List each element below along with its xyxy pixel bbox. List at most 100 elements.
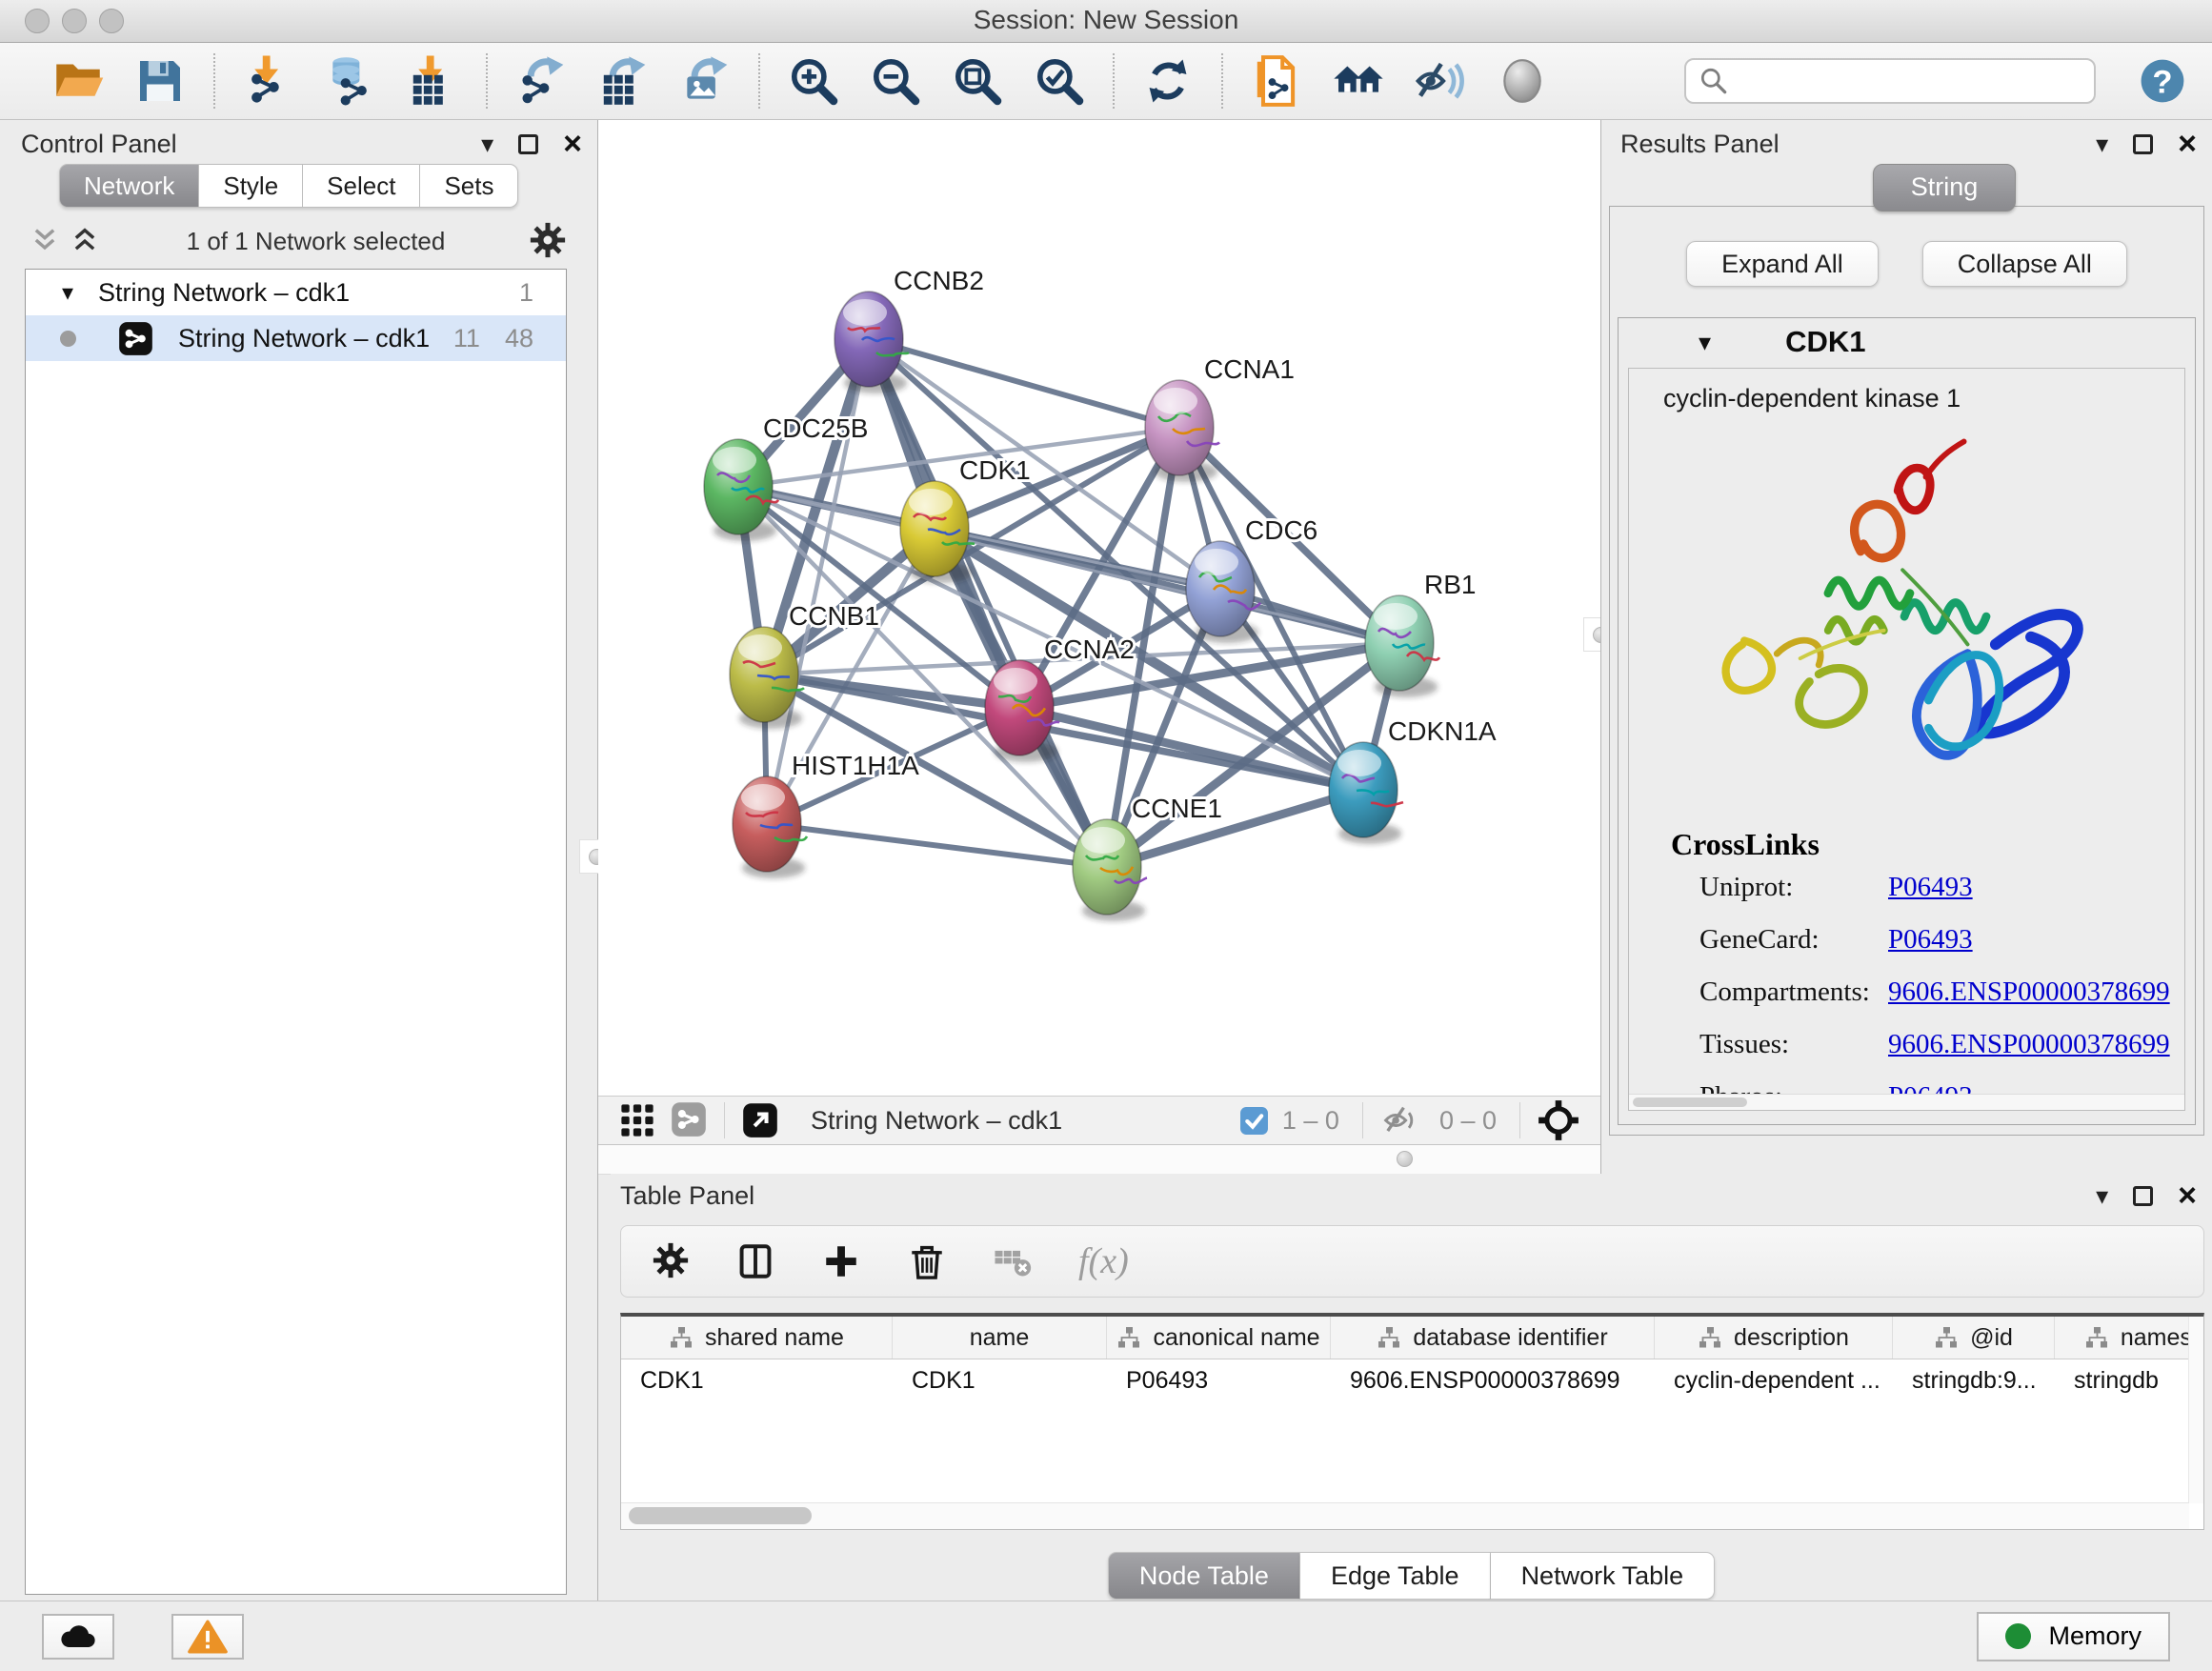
column-label: @id [1970,1324,2013,1352]
expand-all-button[interactable]: Expand All [1686,241,1879,287]
string-home-button[interactable] [1332,54,1385,108]
control-panel-menu-icon[interactable]: ▾ [481,131,493,156]
birdseye-view-button[interactable] [1538,1099,1579,1141]
network-options-button[interactable] [527,220,569,262]
string-network-icon [118,321,153,356]
grid-icon [619,1102,655,1138]
crosslink-link[interactable]: P06493 [1888,924,1973,956]
memory-button[interactable]: Memory [1977,1612,2170,1661]
tab-sets[interactable]: Sets [420,164,518,208]
crosslink-link[interactable]: P06493 [1888,872,1973,903]
table-vertical-scrollbar[interactable] [2188,1317,2203,1503]
zoom-out-button[interactable] [869,54,922,108]
save-session-button[interactable] [133,54,187,108]
export-table-button[interactable] [596,54,650,108]
tab-string[interactable]: String [1873,164,2016,211]
collection-disclosure-icon[interactable]: ▾ [62,279,73,307]
results-scrollbar[interactable] [1629,1094,2184,1110]
refresh-view-button[interactable] [1141,54,1195,108]
gene-name: CDK1 [1785,325,1865,359]
tab-node-table[interactable]: Node Table [1108,1552,1300,1600]
results-panel-title: Results Panel [1620,130,1780,159]
toolbar-group [488,54,758,108]
table-panel-menu-icon[interactable]: ▾ [2096,1183,2108,1208]
tab-style[interactable]: Style [199,164,303,208]
tab-network-table[interactable]: Network Table [1491,1552,1716,1600]
table-panel-float-icon[interactable] [2133,1186,2153,1206]
hide-eye-button[interactable] [1414,54,1467,108]
column-header-name[interactable]: name [893,1317,1107,1359]
results-panel-menu-icon[interactable]: ▾ [2096,131,2108,156]
show-sphere-button[interactable] [1496,54,1549,108]
expand-all-networks-button[interactable] [65,225,105,257]
svg-text:?: ? [2152,64,2172,100]
add-column-button[interactable] [821,1241,861,1281]
selected-checkbox-icon[interactable] [1239,1106,1269,1136]
string-home-icon [1332,54,1385,108]
function-builder-button[interactable]: f(x) [1078,1240,1129,1282]
warning-icon [187,1620,229,1654]
collapse-all-networks-button[interactable] [25,225,65,257]
table-cell: CDK1 [893,1367,1107,1395]
column-header--id[interactable]: @id [1893,1317,2055,1359]
results-panel-close-icon[interactable]: × [2178,128,2197,160]
column-header-canonical-name[interactable]: canonical name [1107,1317,1331,1359]
table-row[interactable]: CDK1CDK1P064939606.ENSP00000378699cyclin… [621,1359,2203,1401]
show-columns-button[interactable] [735,1241,775,1281]
network-collection-row[interactable]: ▾ String Network – cdk1 1 [26,270,566,315]
node-label-CCNA1: CCNA1 [1204,354,1295,384]
export-image-button[interactable] [678,54,732,108]
show-grid-button[interactable] [619,1102,655,1138]
cloud-button[interactable] [42,1614,114,1660]
column-header-namespace[interactable]: namespace [2055,1317,2204,1359]
gene-section-header[interactable]: ▾ CDK1 [1619,318,2195,366]
scrollbar-thumb[interactable] [629,1507,812,1524]
export-table-icon [596,54,650,108]
control-panel-close-icon[interactable]: × [563,128,582,160]
tab-edge-table[interactable]: Edge Table [1300,1552,1491,1600]
crosslink-row: GeneCard:P06493 [1699,924,2184,956]
table-options-button[interactable] [652,1241,690,1282]
crosslink-link[interactable]: 9606.ENSP00000378699 [1888,1029,2170,1060]
zoom-selected-button[interactable] [1033,54,1086,108]
control-panel-float-icon[interactable] [518,134,538,154]
toolbar-group [1223,54,1576,108]
network-label: String Network – cdk1 [178,324,453,353]
scrollbar-thumb[interactable] [1633,1097,1747,1107]
export-network-button[interactable] [514,54,568,108]
tab-network[interactable]: Network [59,164,199,208]
import-database-button[interactable] [324,54,377,108]
share-document-button[interactable] [1250,54,1303,108]
search-input[interactable] [1738,66,2082,97]
hidden-items-button[interactable] [1380,1101,1418,1139]
section-disclosure-icon[interactable]: ▾ [1699,328,1711,357]
results-panel-float-icon[interactable] [2133,134,2153,154]
tab-select[interactable]: Select [303,164,420,208]
column-header-shared-name[interactable]: shared name [621,1317,893,1359]
selected-node-edge-count: 1 – 0 [1282,1106,1339,1136]
collapse-all-button[interactable]: Collapse All [1922,241,2127,287]
table-horizontal-scrollbar[interactable] [621,1502,2189,1529]
help-button[interactable]: ? [2138,56,2187,106]
results-panel-body: Expand All Collapse All ▾ CDK1 cyclin-de… [1609,206,2204,1136]
column-header-description[interactable]: description [1655,1317,1893,1359]
table-panel-close-icon[interactable]: × [2178,1179,2197,1212]
warnings-button[interactable] [171,1614,244,1660]
network-canvas[interactable]: CCNB2CCNA1CDC25BCDK1CDC6RB1CCNB1CCNA2CDK… [598,120,1600,1096]
crosslink-link[interactable]: 9606.ENSP00000378699 [1888,976,2170,1008]
open-session-button[interactable] [51,54,105,108]
import-network-button[interactable] [242,54,295,108]
zoom-in-button[interactable] [787,54,840,108]
network-row[interactable]: String Network – cdk1 11 48 [26,315,566,361]
delete-table-button[interactable] [993,1241,1033,1281]
search-box[interactable] [1684,58,2096,104]
import-table-button[interactable] [406,54,459,108]
detach-view-button[interactable] [742,1102,778,1138]
column-header-database-identifier[interactable]: database identifier [1331,1317,1655,1359]
node-table: shared namenamecanonical namedatabase id… [620,1313,2204,1530]
node-label-CCNB2: CCNB2 [894,266,984,295]
cloud-icon [57,1620,99,1654]
zoom-fit-button[interactable] [951,54,1004,108]
network-badge-button[interactable] [671,1101,707,1140]
delete-column-button[interactable] [907,1241,947,1281]
